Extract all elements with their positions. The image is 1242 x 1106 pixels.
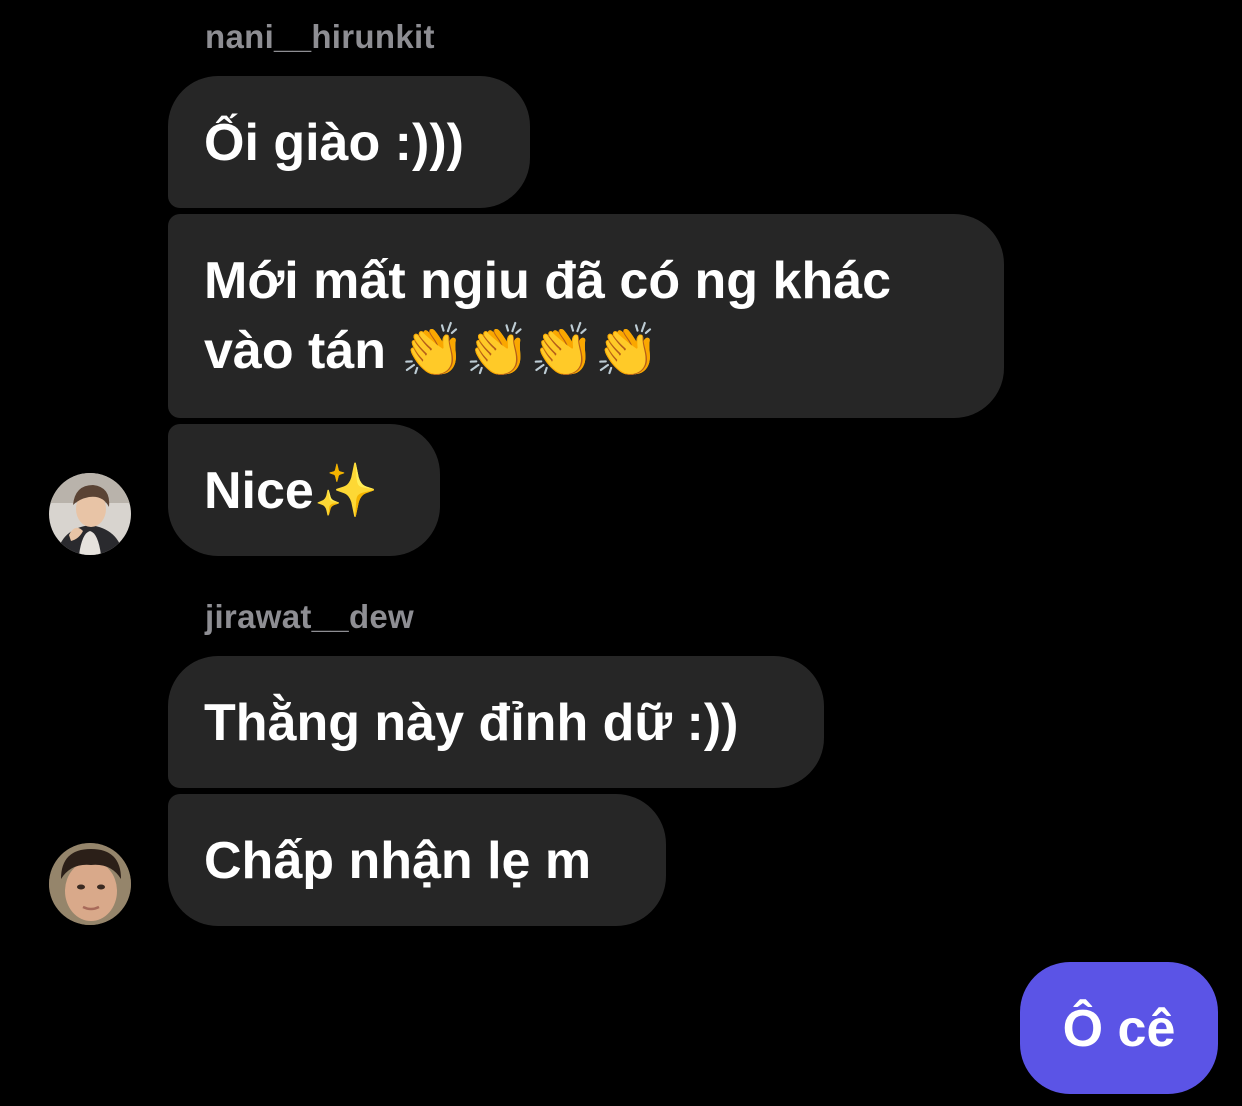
profile-photo-icon	[49, 473, 131, 555]
message-bubble[interactable]: Mới mất ngiu đã có ng khác vào tán 👏👏👏👏	[168, 214, 1004, 418]
message-bubble[interactable]: Thằng này đỉnh dữ :))	[168, 656, 824, 788]
message-bubble[interactable]: Chấp nhận lẹ m	[168, 794, 666, 926]
message-bubble[interactable]: Ối giào :)))	[168, 76, 530, 208]
profile-photo-icon	[49, 843, 131, 925]
avatar-jirawat[interactable]	[49, 843, 131, 925]
sender-name-jirawat[interactable]: jirawat__dew	[205, 600, 414, 633]
avatar-nani[interactable]	[49, 473, 131, 555]
outgoing-message-bubble[interactable]: Ô cê	[1020, 962, 1218, 1094]
message-bubble[interactable]: Nice✨	[168, 424, 440, 556]
sender-name-nani[interactable]: nani__hirunkit	[205, 20, 435, 53]
